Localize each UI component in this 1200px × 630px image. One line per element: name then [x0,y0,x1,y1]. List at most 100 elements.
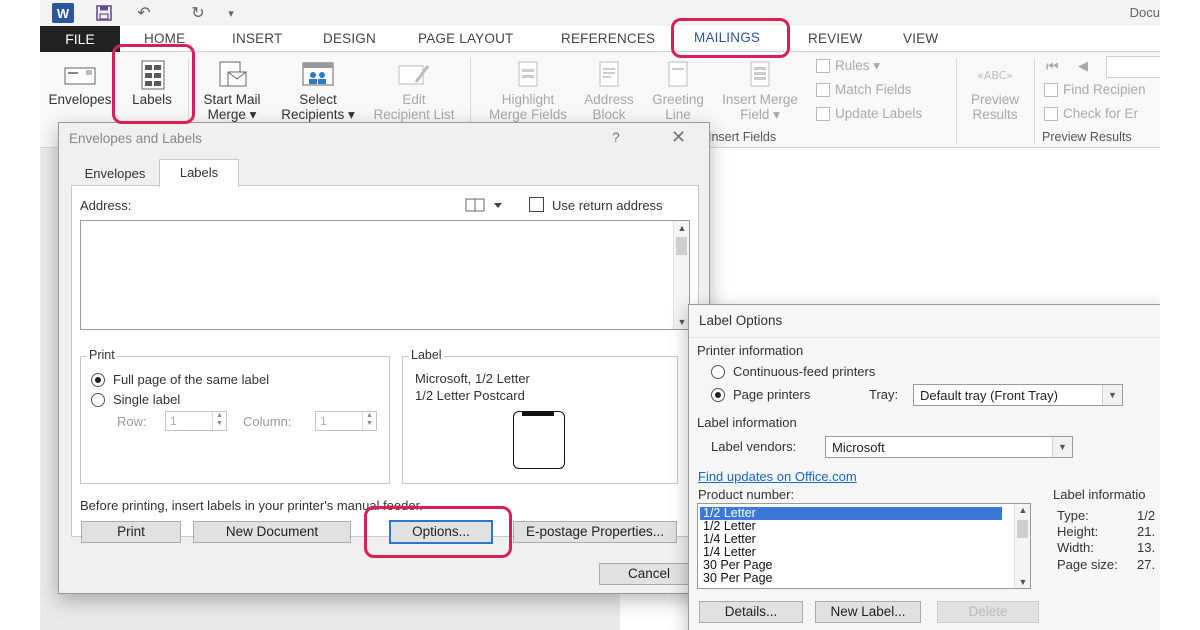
page-printers-radio[interactable] [711,388,725,402]
find-updates-link[interactable]: Find updates on Office.com [698,469,857,484]
print-button[interactable]: Print [81,521,181,543]
address-scrollbar[interactable]: ▲ ▼ [673,221,689,329]
new-document-button[interactable]: New Document [193,521,351,543]
find-recipient-button[interactable]: Find Recipien [1044,82,1146,97]
full-page-radio[interactable] [91,373,105,387]
address-textarea[interactable]: ▲ ▼ [80,220,690,330]
tab-references[interactable]: REFERENCES [561,31,655,46]
scroll-thumb[interactable] [1017,520,1028,538]
label-vendors-select[interactable]: Microsoft ▼ [825,436,1073,458]
select-recipients-button[interactable]: Select Recipients ▾ [272,52,364,123]
highlight-options-button [364,506,512,558]
edit-recipient-list-button[interactable]: Edit Recipient List [364,52,464,122]
scroll-thumb[interactable] [676,237,687,255]
delete-button[interactable]: Delete [937,601,1039,623]
greeting-line-line1: Greeting [652,92,704,107]
details-button[interactable]: Details... [699,601,803,623]
page-printers-label: Page printers [733,387,811,402]
ribbon-tab-bar: FILE HOME INSERT DESIGN PAGE LAYOUT REFE… [40,26,1160,52]
match-fields-button[interactable]: Match Fields [816,82,912,97]
row-value: 1 [170,414,177,428]
insert-merge-field-icon [750,61,770,87]
tab-view[interactable]: VIEW [903,31,938,46]
scroll-up-icon[interactable]: ▲ [1015,505,1031,515]
close-icon[interactable]: ✕ [671,127,686,148]
chevron-down-icon[interactable]: ▼ [1052,437,1072,457]
edit-recipients-line1: Edit [402,92,426,107]
column-value: 1 [320,414,327,428]
tab-labels[interactable]: Labels [159,159,239,187]
quick-access-toolbar: W ↶ ↻ ▾ Docu [40,0,1160,26]
scroll-down-icon[interactable]: ▼ [1015,577,1031,587]
address-block-line1: Address [584,92,634,107]
insert-merge-field-button[interactable]: Insert Merge Field ▾ [712,52,808,123]
match-fields-label: Match Fields [835,82,912,97]
tab-insert[interactable]: INSERT [232,31,282,46]
edit-list-icon [398,65,430,85]
start-mail-merge-button[interactable]: Start Mail Merge ▾ [192,52,272,123]
tab-design[interactable]: DESIGN [323,31,376,46]
label-product-name: 1/2 Letter Postcard [415,388,525,403]
label-vendor-size: Microsoft, 1/2 Letter [415,371,530,386]
rules-label: Rules ▾ [835,58,881,73]
word-logo-icon: W [52,3,74,23]
continuous-feed-radio[interactable] [711,365,725,379]
tab-review[interactable]: REVIEW [808,31,862,46]
width-label: Width: [1057,540,1094,555]
envelopes-button[interactable]: Envelopes [44,52,116,107]
epostage-properties-button[interactable]: E-postage Properties... [513,521,677,543]
edit-recipients-line2: Recipient List [373,107,455,122]
label-preview-icon [513,411,565,469]
customize-qat-icon[interactable]: ▾ [224,3,238,23]
help-icon[interactable]: ? [612,129,620,145]
previous-record-icon[interactable]: ◀ [1078,58,1088,74]
update-labels-button[interactable]: Update Labels [816,106,922,121]
scroll-up-icon[interactable]: ▲ [674,223,690,233]
column-stepper[interactable]: 1 ▲ ▼ [315,411,377,431]
preview-results-line1: Preview [970,92,1019,107]
chevron-down-icon[interactable]: ▼ [1102,385,1122,405]
rules-icon [816,59,830,73]
tab-page-layout[interactable]: PAGE LAYOUT [418,31,513,46]
use-return-address-checkbox[interactable] [529,197,544,212]
rules-button[interactable]: Rules ▾ [816,58,880,74]
row-stepper[interactable]: 1 ▲ ▼ [165,411,227,431]
label-information-heading: Label informatio [1053,487,1146,502]
page-size-label: Page size: [1057,557,1118,572]
width-value: 13. [1137,540,1156,555]
row-label: Row: [117,414,147,429]
greeting-line-button[interactable]: Greeting Line [644,52,712,122]
undo-icon[interactable]: ↶ [132,3,156,23]
tray-select[interactable]: Default tray (Front Tray) ▼ [913,384,1123,406]
product-list-scrollbar[interactable]: ▲ ▼ [1014,504,1030,588]
highlight-mailings-tab [671,18,790,58]
tray-label: Tray: [869,387,899,402]
record-number-field[interactable] [1106,56,1160,78]
label-groupbox[interactable]: Label Microsoft, 1/2 Letter 1/2 Letter P… [402,348,678,484]
address-book-icon[interactable] [464,196,506,214]
list-item[interactable]: 30 Per Page [700,572,1002,585]
match-fields-icon [816,82,830,97]
new-label-button[interactable]: New Label... [815,601,921,623]
recipients-icon [302,62,334,86]
highlight-merge-fields-button[interactable]: Highlight Merge Fields [486,52,570,122]
highlight-line2: Merge Fields [488,107,568,122]
save-icon[interactable] [94,3,114,23]
cancel-button[interactable]: Cancel [599,563,699,585]
check-errors-button[interactable]: Check for Er [1044,106,1138,121]
product-number-list[interactable]: 1/2 Letter 1/2 Letter 1/4 Letter 1/4 Let… [697,503,1031,589]
start-mail-line2: Merge ▾ [207,107,257,122]
single-label-radio[interactable] [91,393,105,407]
first-record-icon[interactable]: ⏮ [1046,58,1059,75]
word-window: W ↶ ↻ ▾ Docu FILE HOME INSERT DESIGN PAG… [40,0,1160,630]
row-spin-icon[interactable]: ▲ ▼ [212,412,226,430]
preview-results-button[interactable]: «ABC» Preview Results [962,52,1028,122]
tab-file[interactable]: FILE [40,26,120,52]
address-block-button[interactable]: Address Block [574,52,644,122]
highlight-icon [518,61,538,87]
preview-results-line2: Results [972,107,1018,122]
tab-envelopes[interactable]: Envelopes [71,161,159,185]
start-mail-line1: Start Mail [203,92,261,107]
redo-icon[interactable]: ↻ [186,3,210,23]
column-spin-icon[interactable]: ▲ ▼ [362,412,376,430]
